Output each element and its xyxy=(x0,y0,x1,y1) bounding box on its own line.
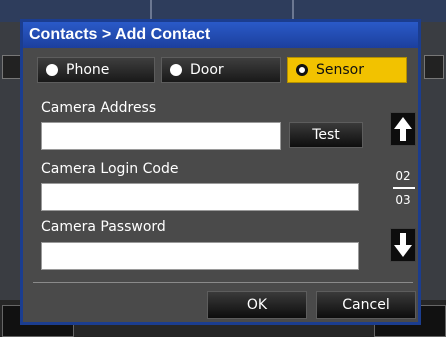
option-sensor-label: Sensor xyxy=(316,62,364,78)
camera-password-label: Camera Password xyxy=(41,219,166,235)
page-up-button[interactable] xyxy=(390,112,416,146)
camera-login-code-input[interactable] xyxy=(41,183,359,211)
camera-login-code-label: Camera Login Code xyxy=(41,161,179,177)
dialog-title: Contacts > Add Contact xyxy=(23,22,418,48)
radio-icon xyxy=(46,64,58,76)
page-down-button[interactable] xyxy=(390,228,416,262)
background-side-button[interactable] xyxy=(2,55,22,79)
option-sensor[interactable]: Sensor xyxy=(287,57,407,83)
camera-address-input[interactable] xyxy=(41,122,281,150)
footer-divider xyxy=(33,282,413,283)
background-side-button[interactable] xyxy=(424,55,444,79)
page-total: 03 xyxy=(395,193,411,207)
contact-type-selector: Phone Door Sensor xyxy=(37,57,407,83)
cancel-button[interactable]: Cancel xyxy=(316,291,416,319)
arrow-up-icon xyxy=(394,117,412,141)
test-button[interactable]: Test xyxy=(289,122,363,148)
page-current: 02 xyxy=(395,169,411,183)
add-contact-dialog: Contacts > Add Contact Phone Door Sensor… xyxy=(20,19,421,325)
page-divider xyxy=(393,187,415,189)
radio-icon xyxy=(170,64,182,76)
radio-selected-icon xyxy=(296,64,308,76)
option-phone[interactable]: Phone xyxy=(37,57,155,83)
option-door-label: Door xyxy=(190,62,224,78)
arrow-down-icon xyxy=(394,233,412,257)
camera-address-label: Camera Address xyxy=(41,100,157,116)
camera-password-input[interactable] xyxy=(41,242,359,270)
option-door[interactable]: Door xyxy=(161,57,281,83)
option-phone-label: Phone xyxy=(66,62,110,78)
ok-button[interactable]: OK xyxy=(207,291,307,319)
